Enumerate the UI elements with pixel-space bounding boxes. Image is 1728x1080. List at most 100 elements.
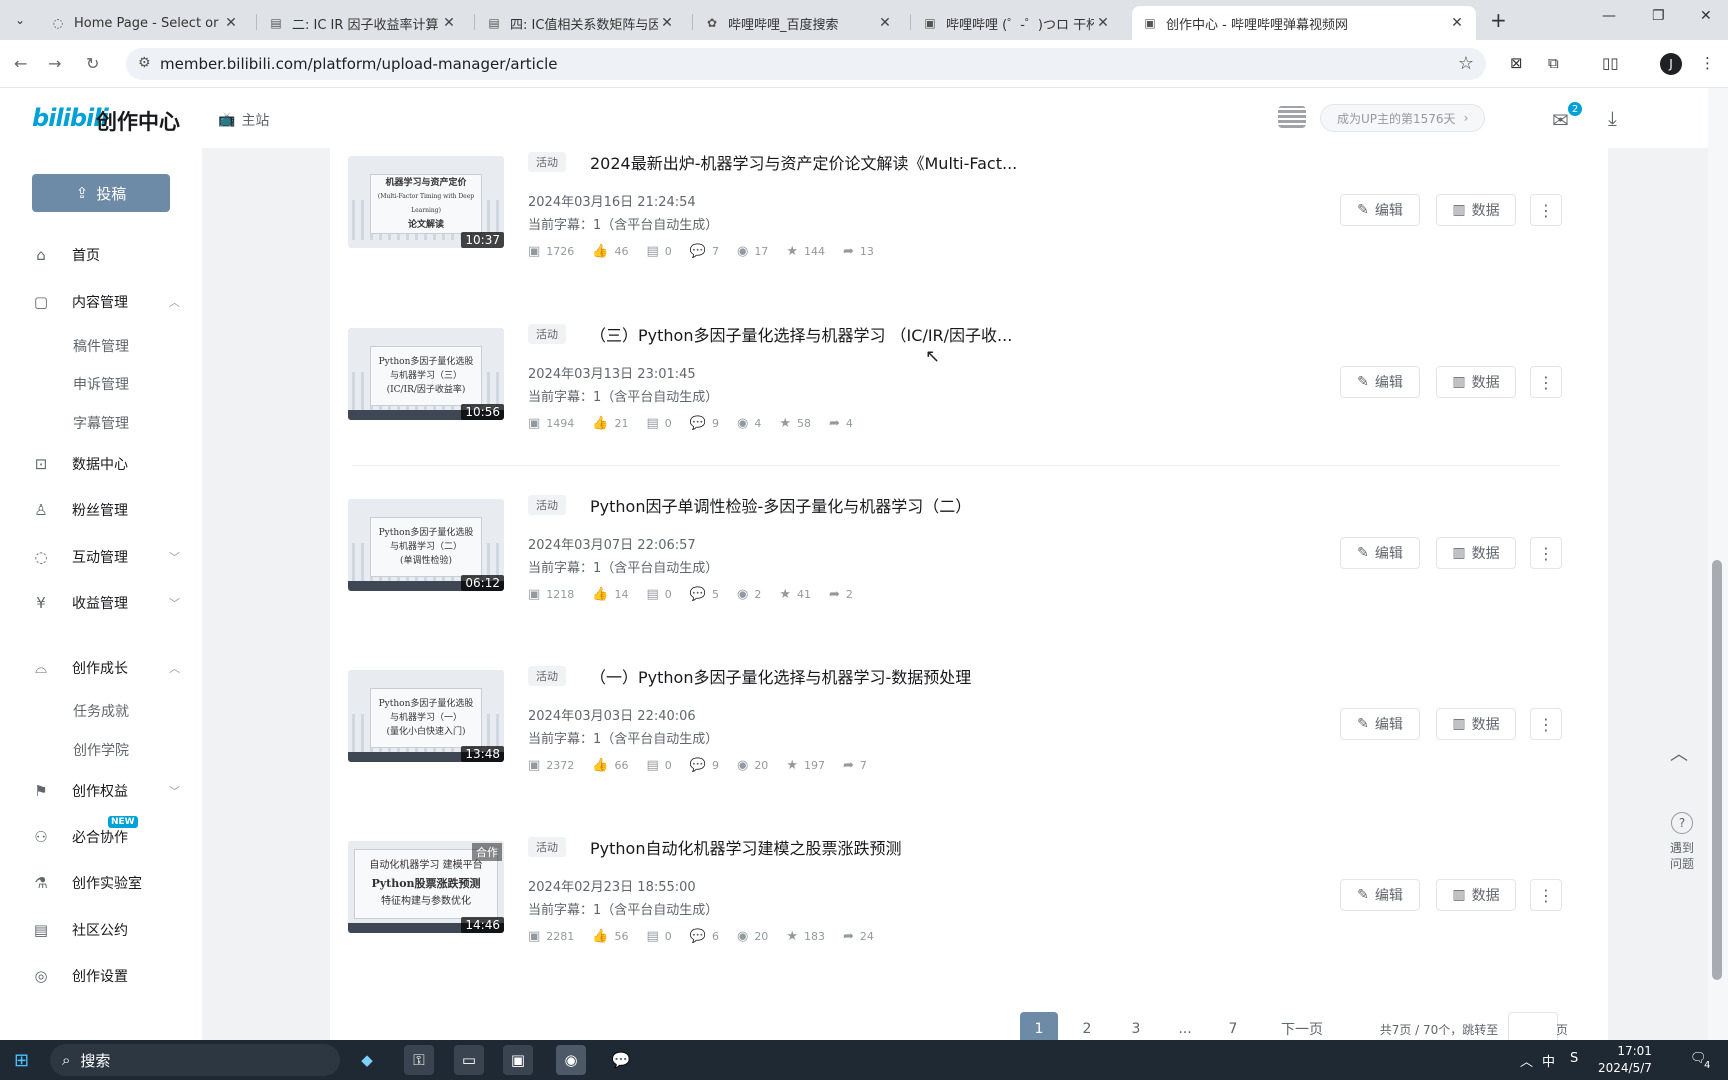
video-thumbnail[interactable]: Python多因子量化选股 与机器学习（一） (量化小白快速入门) 13:48 (348, 670, 504, 762)
edit-button[interactable]: ✎ 编辑 (1340, 366, 1420, 398)
main-site-link[interactable]: 📺 主站 (218, 110, 269, 130)
sidebar-item-content[interactable]: ▢ 内容管理 ︿ (30, 288, 180, 316)
more-button[interactable]: ⋮ (1530, 194, 1562, 226)
stat-danmaku: ▤ 0 (646, 244, 671, 259)
video-thumbnail[interactable]: 自动化机器学习 建模平台 Python股票涨跌预测 特征构建与参数优化 合作 1… (348, 841, 504, 933)
stat-value: 13 (859, 245, 874, 258)
browser-tab[interactable]: ▤ 二: IC IR 因子收益率计算 - J ✕ (258, 6, 468, 40)
close-window-icon[interactable]: ✕ (1700, 8, 1712, 24)
scrollbar-thumb[interactable] (1712, 560, 1722, 980)
sidebar-item-growth[interactable]: ⌓ 创作成长 ︿ (30, 654, 180, 682)
sidebar-sub-academy[interactable]: 创作学院 (73, 740, 129, 760)
thumb-line: Python多因子量化选股 (378, 699, 474, 709)
sidebar-item-fans[interactable]: ♙ 粉丝管理 (30, 496, 180, 524)
reading-mode-icon[interactable]: ▯▯ (1602, 54, 1619, 72)
upload-button[interactable]: ⇪ 投稿 (32, 174, 170, 212)
tray-app-icon[interactable]: S (1570, 1051, 1578, 1066)
video-thumbnail[interactable]: Python多因子量化选股 与机器学习（二） (单调性检验) 06:12 (348, 499, 504, 591)
taskbar-clock[interactable]: 17:01 2024/5/7 (1598, 1043, 1652, 1077)
video-thumbnail[interactable]: Python多因子量化选股 与机器学习（三） (IC/IR/因子收益率) 10:… (348, 328, 504, 420)
restore-icon[interactable]: ❐ (1652, 8, 1665, 24)
close-tab-icon[interactable]: ✕ (222, 15, 240, 31)
app-whale-icon[interactable]: ◆ (352, 1045, 382, 1075)
video-title[interactable]: 2024最新出炉-机器学习与资产定价论文解读《Multi-Fact... (590, 150, 1017, 174)
sidebar-sub-manuscripts[interactable]: 稿件管理 (73, 336, 129, 356)
extension-x-icon[interactable]: ⊠ (1510, 54, 1523, 72)
edit-button[interactable]: ✎ 编辑 (1340, 537, 1420, 569)
bookmark-star-icon[interactable]: ☆ (1458, 53, 1474, 74)
browser-tab[interactable]: ▣ 哔哩哔哩 (゜-゜)つロ 干杯~-b ✕ (912, 6, 1122, 40)
new-tab-icon[interactable]: + (1490, 8, 1507, 32)
video-title[interactable]: Python自动化机器学习建模之股票涨跌预测 (590, 835, 901, 859)
app-key-icon[interactable]: ⚿ (404, 1045, 434, 1075)
sidebar-item-home[interactable]: ⌂ 首页 (30, 241, 180, 269)
data-button[interactable]: ▥ 数据 (1436, 366, 1516, 398)
back-to-top-icon[interactable]: ︿ (1670, 740, 1688, 766)
up-days-badge[interactable]: 成为UP主的第1576天 › (1320, 104, 1486, 132)
edit-button[interactable]: ✎ 编辑 (1340, 194, 1420, 226)
sidebar-sub-appeals[interactable]: 申诉管理 (73, 374, 129, 394)
sidebar-item-collab[interactable]: ⚇ 必合协作 (30, 823, 180, 851)
reload-icon[interactable]: ↻ (86, 54, 99, 73)
windows-start-icon[interactable]: ⊞ (14, 1050, 29, 1071)
video-title[interactable]: （三）Python多因子量化选择与机器学习 （IC/IR/因子收... (590, 322, 1012, 346)
back-icon[interactable]: ← (14, 54, 27, 73)
play-icon: ▣ (528, 244, 541, 259)
video-title[interactable]: （一）Python多因子量化选择与机器学习-数据预处理 (590, 664, 971, 688)
browser-tab[interactable]: ✿ 哔哩哔哩_百度搜索 ✕ (694, 6, 904, 40)
more-button[interactable]: ⋮ (1530, 879, 1562, 911)
more-button[interactable]: ⋮ (1530, 708, 1562, 740)
sidebar-sub-tasks[interactable]: 任务成就 (73, 701, 129, 721)
video-title[interactable]: Python因子单调性检验-多因子量化与机器学习（二） (590, 493, 971, 517)
data-button[interactable]: ▥ 数据 (1436, 537, 1516, 569)
more-button[interactable]: ⋮ (1530, 537, 1562, 569)
site-info-icon[interactable]: ⚙ (138, 55, 151, 71)
sidebar-item-revenue[interactable]: ¥ 收益管理 ﹀ (30, 589, 180, 617)
data-button[interactable]: ▥ 数据 (1436, 194, 1516, 226)
divider (352, 465, 1560, 466)
mail-icon[interactable]: ✉ (1552, 108, 1569, 132)
app-terminal-icon[interactable]: ▣ (503, 1045, 533, 1075)
sidebar-item-rules[interactable]: ▤ 社区公约 (30, 916, 180, 944)
url-field[interactable]: ⚙ member.bilibili.com/platform/upload-ma… (126, 48, 1486, 80)
app-monitor-icon[interactable]: ▭ (454, 1045, 484, 1075)
duration-badge: 14:46 (461, 917, 504, 933)
browser-tab[interactable]: ▤ 四: IC值相关系数矩阵与因子 ✕ (476, 6, 686, 40)
app-chrome-icon[interactable]: ◉ (556, 1045, 586, 1075)
close-tab-icon[interactable]: ✕ (876, 15, 894, 31)
sidebar-item-settings[interactable]: ◎ 创作设置 (30, 962, 180, 990)
close-tab-icon[interactable]: ✕ (658, 15, 676, 31)
close-tab-icon[interactable]: ✕ (1448, 15, 1466, 31)
app-wechat-icon[interactable]: 💬 (606, 1045, 636, 1075)
sidebar-item-lab[interactable]: ⚗ 创作实验室 (30, 869, 180, 897)
taskbar-search[interactable]: ⌕ 搜索 (50, 1044, 340, 1076)
tray-chevron-icon[interactable]: ︿ (1520, 1051, 1533, 1070)
data-button[interactable]: ▥ 数据 (1436, 708, 1516, 740)
edit-button[interactable]: ✎ 编辑 (1340, 879, 1420, 911)
close-tab-icon[interactable]: ✕ (1094, 15, 1112, 31)
download-icon[interactable]: ⤓ (1608, 106, 1617, 130)
forward-icon[interactable]: → (48, 54, 61, 73)
tab-search-icon[interactable]: ⌄ (8, 8, 32, 32)
sidebar-item-rights[interactable]: ⚑ 创作权益 ﹀ (30, 777, 180, 805)
sidebar-sub-subtitles[interactable]: 字幕管理 (73, 413, 129, 433)
more-button[interactable]: ⋮ (1530, 366, 1562, 398)
profile-avatar[interactable]: J (1660, 53, 1682, 75)
close-tab-icon[interactable]: ✕ (440, 15, 458, 31)
extensions-puzzle-icon[interactable]: ⧉ (1548, 54, 1559, 72)
ime-indicator[interactable]: 中 (1542, 1051, 1555, 1070)
sidebar-item-data[interactable]: ⊡ 数据中心 (30, 450, 180, 478)
browser-menu-icon[interactable]: ⋮ (1700, 54, 1715, 72)
help-button[interactable]: ? 遇到 问题 (1660, 812, 1704, 872)
browser-tab[interactable]: ◌ Home Page - Select or creat ✕ (40, 6, 250, 40)
minimize-icon[interactable]: — (1602, 8, 1616, 24)
duration-badge: 10:37 (461, 232, 504, 248)
edit-button[interactable]: ✎ 编辑 (1340, 708, 1420, 740)
data-button[interactable]: ▥ 数据 (1436, 879, 1516, 911)
browser-tab-active[interactable]: ▣ 创作中心 - 哔哩哔哩弹幕视频网 ✕ (1132, 6, 1476, 40)
video-thumbnail[interactable]: 机器学习与资产定价 (Multi-Factor Timing with Deep… (348, 156, 504, 248)
thumb-line: (Multi-Factor Timing with Deep Learning) (377, 193, 475, 214)
coin-icon: ◉ (736, 587, 749, 602)
sidebar-item-interaction[interactable]: ◌ 互动管理 ﹀ (30, 543, 180, 571)
user-avatar[interactable] (1278, 106, 1306, 128)
